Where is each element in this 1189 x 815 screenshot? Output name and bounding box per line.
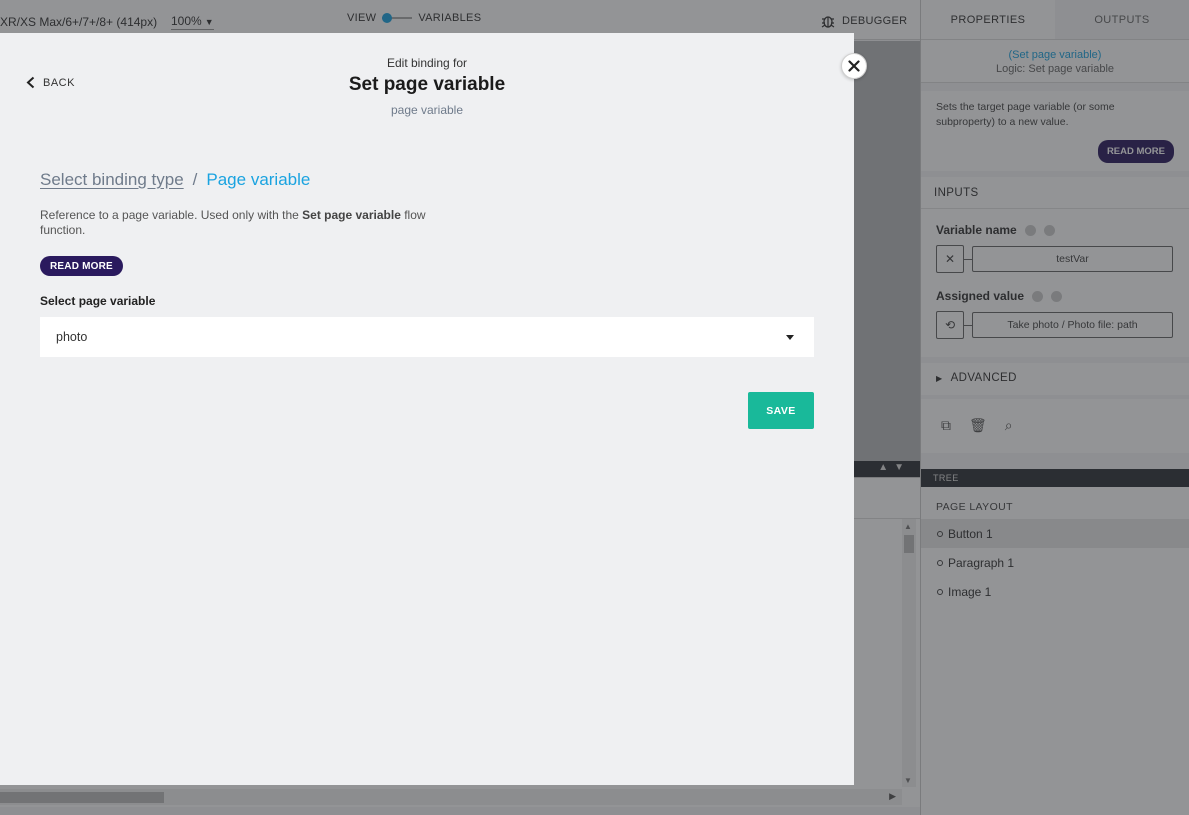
breadcrumb: Select binding type / Page variable bbox=[40, 170, 310, 190]
edit-binding-modal: BACK Edit binding for Set page variable … bbox=[0, 33, 867, 785]
breadcrumb-current: Page variable bbox=[206, 170, 311, 189]
modal-header: Edit binding for Set page variable page … bbox=[0, 56, 854, 117]
modal-subtitle: page variable bbox=[390, 103, 464, 117]
description-bold: Set page variable bbox=[302, 208, 401, 222]
save-button[interactable]: SAVE bbox=[748, 392, 814, 429]
caret-down-icon bbox=[786, 334, 794, 340]
breadcrumb-select-binding-type[interactable]: Select binding type bbox=[40, 170, 184, 190]
modal-title: Set page variable bbox=[348, 74, 506, 95]
close-button[interactable] bbox=[841, 53, 867, 79]
selected-variable-value: photo bbox=[56, 330, 88, 344]
read-more-button[interactable]: READ MORE bbox=[40, 256, 123, 276]
page-variable-select[interactable]: photo bbox=[40, 317, 814, 357]
modal-kicker: Edit binding for bbox=[386, 56, 468, 70]
close-icon bbox=[848, 60, 860, 72]
select-page-variable-label: Select page variable bbox=[40, 294, 156, 308]
description-prefix: Reference to a page variable. Used only … bbox=[40, 208, 303, 222]
binding-description: Reference to a page variable. Used only … bbox=[40, 208, 440, 238]
breadcrumb-separator: / bbox=[192, 170, 198, 189]
